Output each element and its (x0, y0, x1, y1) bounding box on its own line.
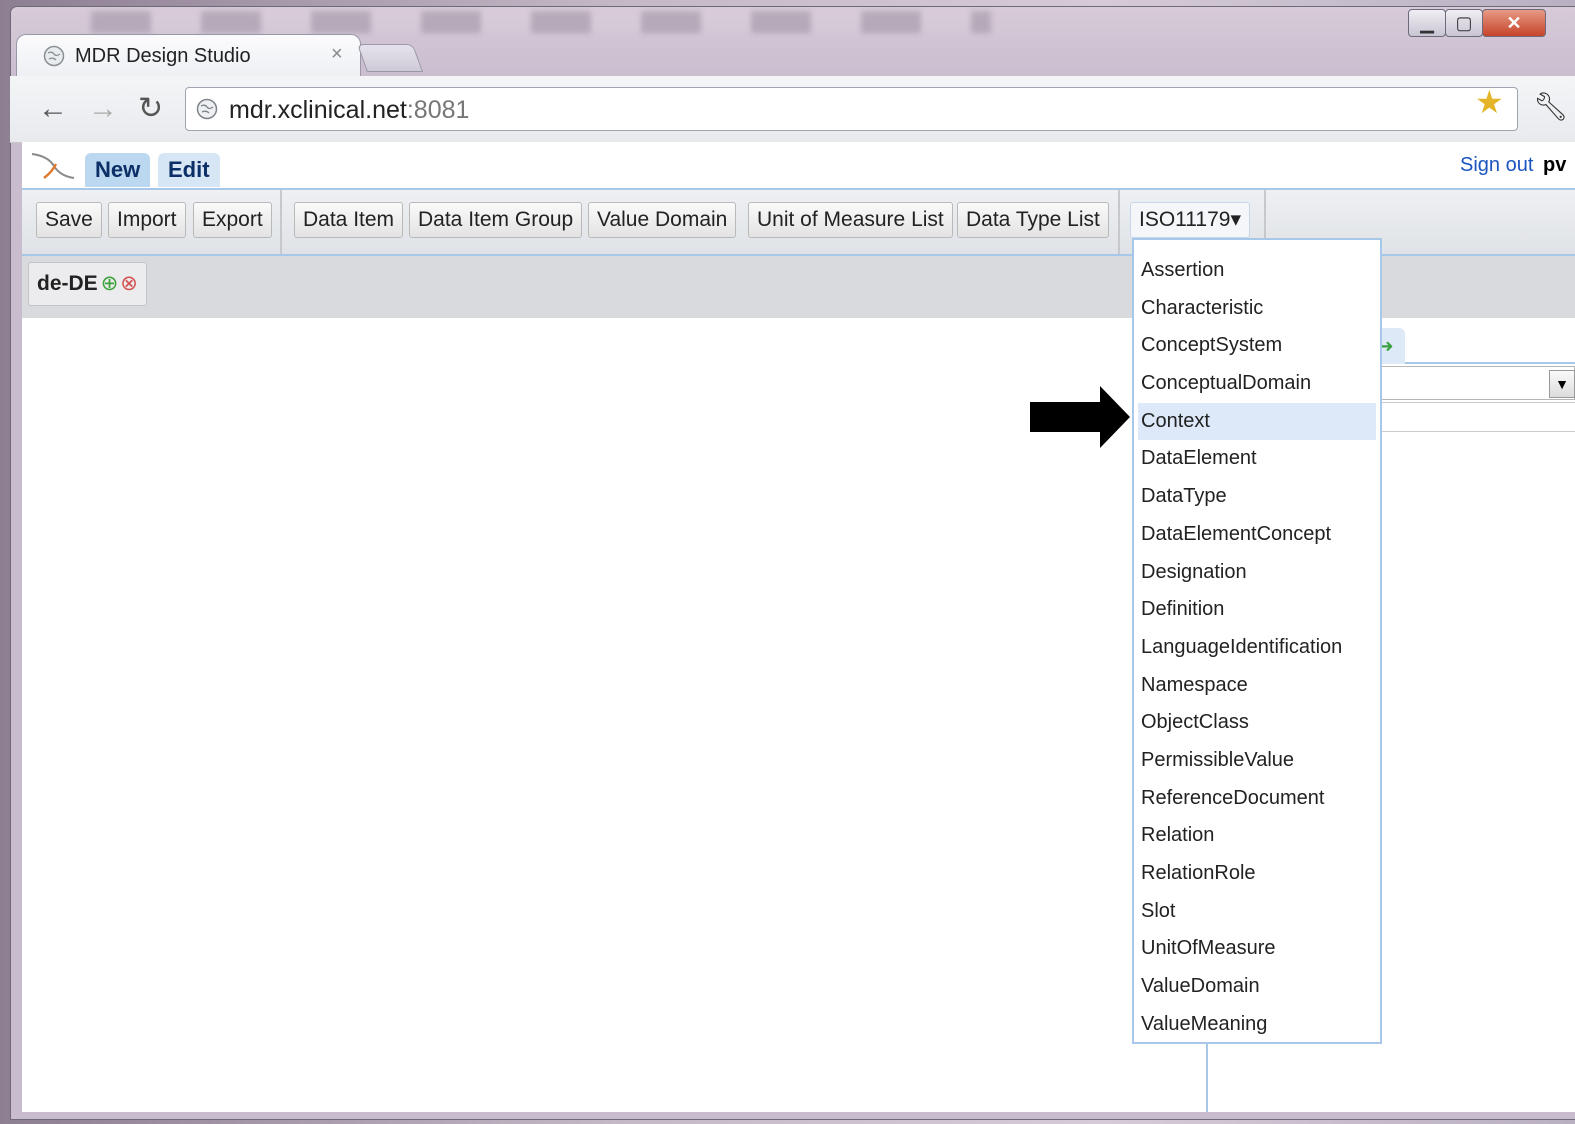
data-item-button[interactable]: Data Item (294, 202, 404, 238)
menu-item-valuedomain[interactable]: ValueDomain (1134, 968, 1380, 1006)
forward-arrow-icon[interactable]: → (88, 94, 118, 124)
data-item-group-button[interactable]: Data Item Group (409, 202, 583, 238)
menu-item-dataelementconcept[interactable]: DataElementConcept (1134, 516, 1380, 554)
app-header: New Edit Sign out pv (22, 142, 1575, 188)
menu-item-permissiblevalue[interactable]: PermissibleValue (1134, 742, 1380, 780)
xclinical-logo-icon (31, 153, 75, 179)
export-button[interactable]: Export (193, 202, 272, 238)
window-controls: ▁ ▢ ✕ (1408, 9, 1546, 39)
menu-item-namespace[interactable]: Namespace (1134, 667, 1380, 705)
site-globe-icon (196, 98, 218, 120)
user-name: pv (1543, 154, 1567, 176)
data-type-list-button[interactable]: Data Type List (957, 202, 1109, 238)
iso11179-dropdown-menu: Assertion Characteristic ConceptSystem Conc… (1132, 238, 1382, 1044)
menu-item-unitofmeasure[interactable]: UnitOfMeasure (1134, 930, 1380, 968)
new-tab-button[interactable] (356, 44, 424, 72)
reload-icon[interactable]: ↻ (138, 94, 163, 124)
menu-item-datatype[interactable]: DataType (1134, 478, 1380, 516)
menu-item-relation[interactable]: Relation (1134, 817, 1380, 855)
import-button[interactable]: Import (108, 202, 186, 238)
minimize-icon[interactable]: ▁ (1408, 9, 1446, 37)
panel-input[interactable] (1377, 402, 1575, 432)
menu-item-designation[interactable]: Designation (1134, 554, 1380, 592)
language-tab-de-de[interactable]: de-DE ⊕⊗ (28, 262, 147, 306)
tab-new[interactable]: New (85, 153, 151, 187)
tab-close-icon[interactable]: × (331, 43, 343, 66)
pointer-arrow-icon (1030, 386, 1130, 448)
menu-item-objectclass[interactable]: ObjectClass (1134, 704, 1380, 742)
menu-item-definition[interactable]: Definition (1134, 591, 1380, 629)
browser-tab[interactable]: MDR Design Studio × (16, 34, 361, 76)
address-bar[interactable]: mdr.xclinical.net:8081 (185, 87, 1518, 131)
menu-item-conceptualdomain[interactable]: ConceptualDomain (1134, 365, 1380, 403)
value-domain-button[interactable]: Value Domain (588, 202, 737, 238)
tab-edit[interactable]: Edit (158, 153, 220, 187)
blurred-taskbar-text (91, 11, 991, 33)
save-button[interactable]: Save (36, 202, 102, 238)
url-port: :8081 (406, 96, 470, 124)
toolbar-separator (280, 190, 282, 254)
back-arrow-icon[interactable]: ← (38, 94, 68, 124)
app-area: New Edit Sign out pv Save Import Export … (22, 142, 1575, 1112)
remove-language-icon[interactable]: ⊗ (120, 272, 138, 295)
menu-item-relationrole[interactable]: RelationRole (1134, 855, 1380, 893)
language-code: de-DE (37, 272, 98, 295)
menu-item-characteristic[interactable]: Characteristic (1134, 290, 1380, 328)
menu-item-assertion[interactable]: Assertion (1134, 252, 1380, 290)
panel-select[interactable]: ▼ (1377, 366, 1575, 400)
menu-item-languageidentification[interactable]: LanguageIdentification (1134, 629, 1380, 667)
chevron-down-icon[interactable]: ▼ (1549, 370, 1575, 398)
page-globe-icon (43, 45, 65, 67)
iso11179-menu-button[interactable]: ISO11179▾ (1130, 202, 1250, 238)
close-window-icon[interactable]: ✕ (1482, 9, 1546, 37)
toolbar-separator (1118, 190, 1120, 254)
menu-item-dataelement[interactable]: DataElement (1134, 440, 1380, 478)
menu-item-slot[interactable]: Slot (1134, 893, 1380, 931)
menu-item-valuemeaning[interactable]: ValueMeaning (1134, 1006, 1380, 1044)
wrench-menu-icon[interactable]: 🔧︎ (1533, 90, 1569, 123)
add-language-icon[interactable]: ⊕ (101, 272, 119, 295)
menu-item-conceptsystem[interactable]: ConceptSystem (1134, 327, 1380, 365)
unit-of-measure-list-button[interactable]: Unit of Measure List (748, 202, 953, 238)
browser-toolbar: ← → ↻ mdr.xclinical.net:8081 ★ 🔧︎ (10, 76, 1575, 143)
menu-item-referencedocument[interactable]: ReferenceDocument (1134, 780, 1380, 818)
url-text: mdr.xclinical.net:8081 (229, 96, 470, 124)
sign-out-link[interactable]: Sign out (1460, 154, 1533, 177)
bookmark-star-icon[interactable]: ★ (1475, 83, 1504, 121)
menu-item-context[interactable]: Context (1138, 402, 1376, 441)
tab-title: MDR Design Studio (75, 45, 251, 67)
maximize-icon[interactable]: ▢ (1445, 9, 1483, 37)
